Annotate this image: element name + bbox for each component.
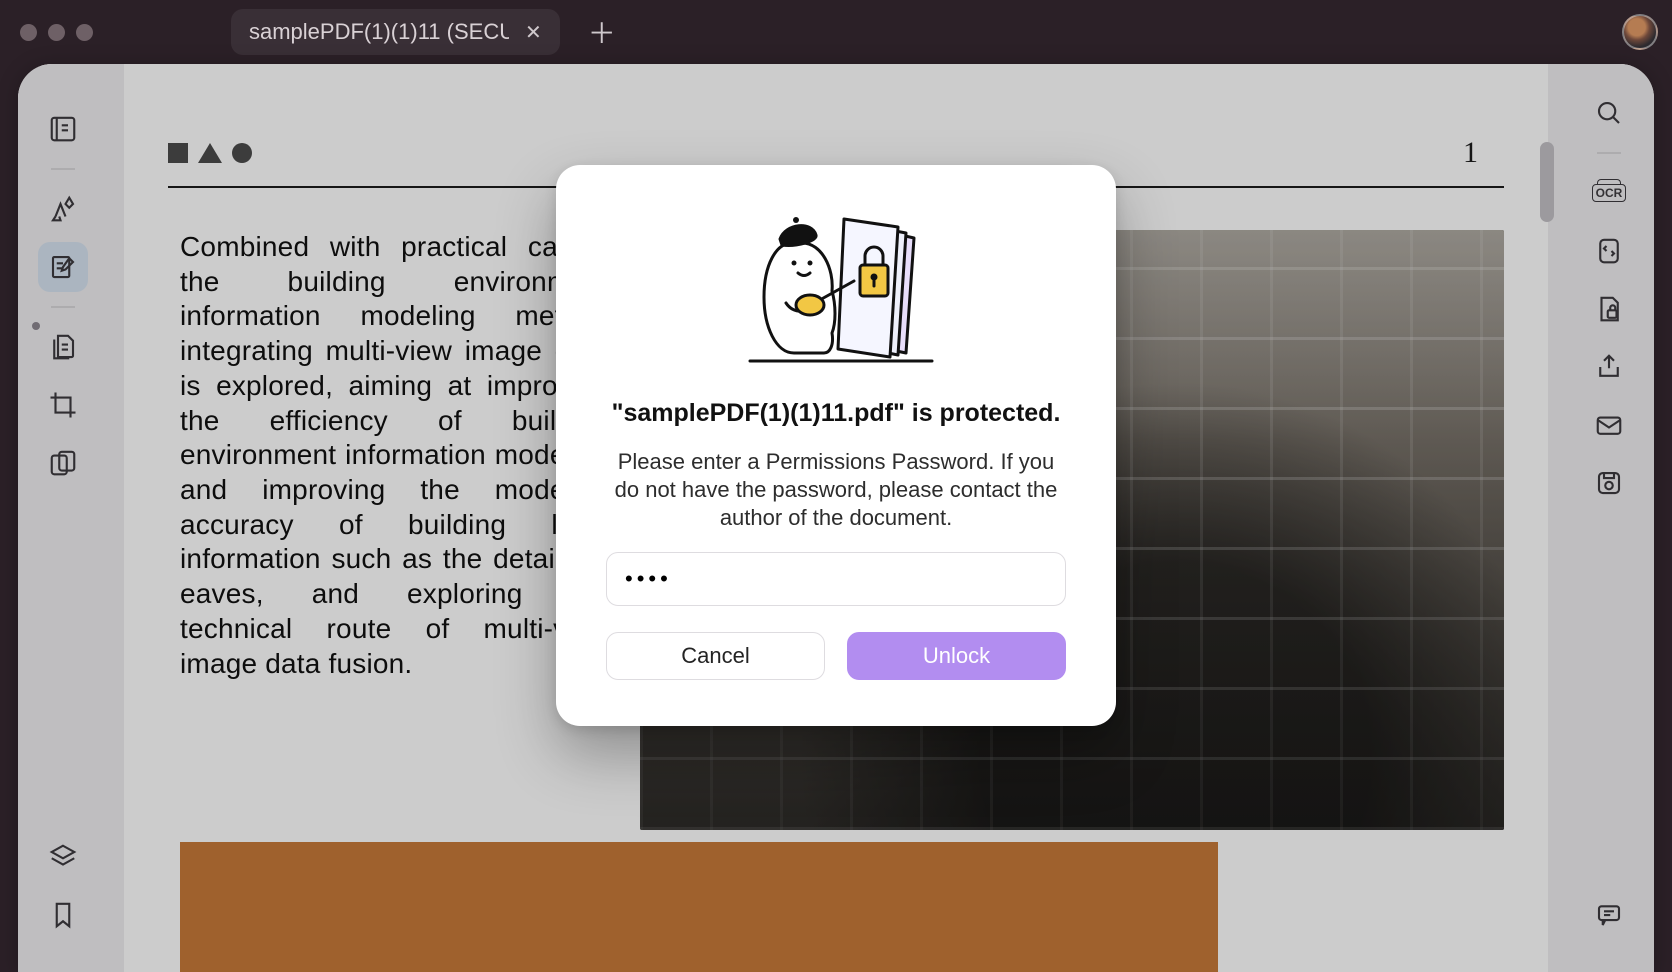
close-tab-icon[interactable]: ✕ [525,20,542,45]
app-window: OCR 1 Combined wit [18,64,1654,972]
password-input[interactable] [606,552,1066,606]
window-traffic-lights [20,24,93,41]
document-tab-label: samplePDF(1)(1)11 (SECUR [249,19,509,45]
protected-illustration [726,205,946,375]
zoom-window-dot[interactable] [76,24,93,41]
close-window-dot[interactable] [20,24,37,41]
titlebar: samplePDF(1)(1)11 (SECUR ✕ ＋ [0,0,1672,64]
dialog-title: "samplePDF(1)(1)11.pdf" is protected. [612,399,1061,428]
document-tab[interactable]: samplePDF(1)(1)11 (SECUR ✕ [231,9,560,55]
cancel-button[interactable]: Cancel [606,632,825,680]
password-dialog: "samplePDF(1)(1)11.pdf" is protected. Pl… [556,165,1116,726]
minimize-window-dot[interactable] [48,24,65,41]
new-tab-button[interactable]: ＋ [584,14,620,50]
dialog-message: Please enter a Permissions Password. If … [606,448,1066,532]
character-lock-icon [726,205,946,375]
tabs: samplePDF(1)(1)11 (SECUR ✕ ＋ [231,9,620,55]
unlock-button[interactable]: Unlock [847,632,1066,680]
avatar[interactable] [1622,14,1658,50]
